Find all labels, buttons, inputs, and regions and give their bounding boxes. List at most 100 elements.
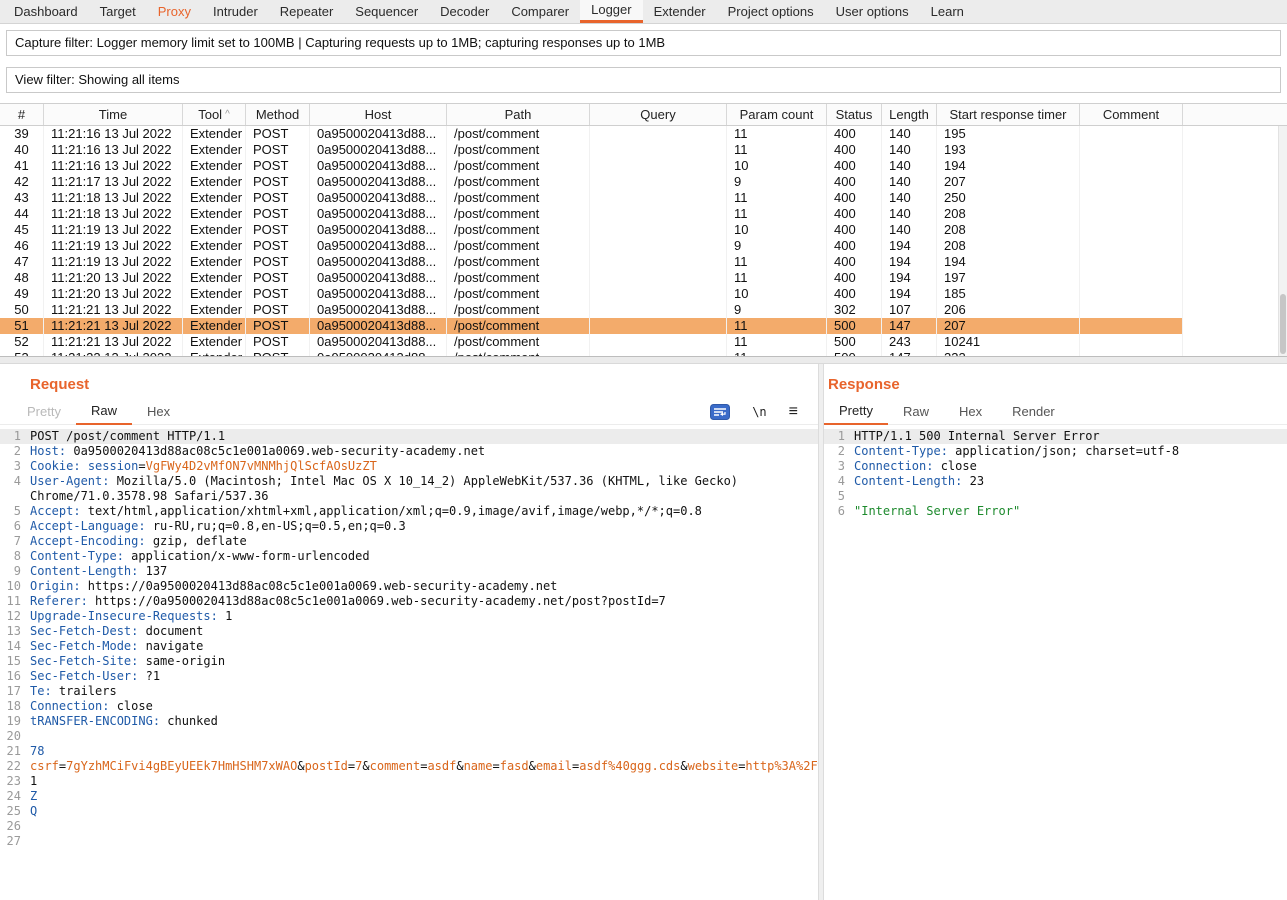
request-tab-raw[interactable]: Raw [76,398,132,425]
line-content: Host: 0a9500020413d88ac08c5c1e001a0069.w… [30,444,818,459]
cell-method: POST [246,286,310,302]
column-header-comment[interactable]: Comment [1080,104,1183,125]
cell-path: /post/comment [447,126,590,142]
soft-wrap-icon[interactable] [710,404,730,420]
table-row[interactable]: 4711:21:19 13 Jul 2022ExtenderPOST0a9500… [0,254,1183,270]
table-row[interactable]: 4811:21:20 13 Jul 2022ExtenderPOST0a9500… [0,270,1183,286]
table-row[interactable]: 5011:21:21 13 Jul 2022ExtenderPOST0a9500… [0,302,1183,318]
cell-comment [1080,318,1183,334]
cell-status: 400 [827,126,882,142]
cell-param_count: 11 [727,270,827,286]
tab-logger[interactable]: Logger [580,0,642,23]
table-header-row: #TimeTool^MethodHostPathQueryParam count… [0,103,1287,126]
table-row[interactable]: 4011:21:16 13 Jul 2022ExtenderPOST0a9500… [0,142,1183,158]
cell-length: 243 [882,334,937,350]
cell-start_response_timer: 194 [937,158,1080,174]
column-header-id[interactable]: # [0,104,44,125]
column-header-param-count[interactable]: Param count [727,104,827,125]
editor-menu-icon[interactable]: ≡ [789,405,798,419]
view-filter-bar[interactable]: View filter: Showing all items [6,67,1281,93]
cell-method: POST [246,254,310,270]
tab-target[interactable]: Target [89,0,147,23]
response-tab-render[interactable]: Render [997,399,1070,424]
column-header-method[interactable]: Method [246,104,310,125]
code-line: 20 [0,729,818,744]
line-number: 4 [0,474,30,504]
line-content: Connection: close [30,699,818,714]
tab-intruder[interactable]: Intruder [202,0,269,23]
tab-repeater[interactable]: Repeater [269,0,344,23]
tab-comparer[interactable]: Comparer [500,0,580,23]
table-row[interactable]: 4911:21:20 13 Jul 2022ExtenderPOST0a9500… [0,286,1183,302]
cell-status: 500 [827,334,882,350]
cell-method: POST [246,142,310,158]
line-content: Content-Type: application/x-www-form-url… [30,549,818,564]
cell-tool: Extender [183,222,246,238]
cell-method: POST [246,334,310,350]
column-header-length[interactable]: Length [882,104,937,125]
line-number: 19 [0,714,30,729]
column-header-path[interactable]: Path [447,104,590,125]
line-content: csrf=7gYzhMCiFvi4gBEyUEEk7HmHSHM7xWAO&po… [30,759,818,774]
tab-project-options[interactable]: Project options [717,0,825,23]
column-header-time[interactable]: Time [44,104,183,125]
cell-tool: Extender [183,302,246,318]
column-header-start-response-timer[interactable]: Start response timer [937,104,1080,125]
column-header-status[interactable]: Status [827,104,882,125]
response-tab-hex[interactable]: Hex [944,399,997,424]
column-header-query[interactable]: Query [590,104,727,125]
capture-filter-bar[interactable]: Capture filter: Logger memory limit set … [6,30,1281,56]
line-content [30,834,818,849]
table-row[interactable]: 4511:21:19 13 Jul 2022ExtenderPOST0a9500… [0,222,1183,238]
table-scrollbar-thumb[interactable] [1280,294,1286,354]
tab-learn[interactable]: Learn [920,0,975,23]
cell-comment [1080,238,1183,254]
table-row[interactable]: 5211:21:21 13 Jul 2022ExtenderPOST0a9500… [0,334,1183,350]
response-tab-raw[interactable]: Raw [888,399,944,424]
cell-status: 400 [827,238,882,254]
table-row[interactable]: 4311:21:18 13 Jul 2022ExtenderPOST0a9500… [0,190,1183,206]
tab-proxy[interactable]: Proxy [147,0,202,23]
column-header-host[interactable]: Host [310,104,447,125]
cell-start_response_timer: 206 [937,302,1080,318]
table-row[interactable]: 4211:21:17 13 Jul 2022ExtenderPOST0a9500… [0,174,1183,190]
cell-time: 11:21:21 13 Jul 2022 [44,318,183,334]
code-line: 1POST /post/comment HTTP/1.1 [0,429,818,444]
cell-start_response_timer: 207 [937,318,1080,334]
cell-length: 194 [882,286,937,302]
table-row[interactable]: 4411:21:18 13 Jul 2022ExtenderPOST0a9500… [0,206,1183,222]
table-row[interactable]: 3911:21:16 13 Jul 2022ExtenderPOST0a9500… [0,126,1183,142]
request-editor[interactable]: 1POST /post/comment HTTP/1.12Host: 0a950… [0,429,818,849]
table-row[interactable]: 4111:21:16 13 Jul 2022ExtenderPOST0a9500… [0,158,1183,174]
cell-comment [1080,334,1183,350]
response-tab-pretty[interactable]: Pretty [824,398,888,425]
line-content [30,819,818,834]
table-row[interactable]: 5111:21:21 13 Jul 2022ExtenderPOST0a9500… [0,318,1183,334]
response-editor[interactable]: 1HTTP/1.1 500 Internal Server Error2Cont… [824,429,1287,519]
cell-status: 302 [827,302,882,318]
cell-query [590,286,727,302]
column-header-tool[interactable]: Tool^ [183,104,246,125]
tab-sequencer[interactable]: Sequencer [344,0,429,23]
newline-toggle-icon[interactable]: \n [752,405,766,419]
line-content: tRANSFER-ENCODING: chunked [30,714,818,729]
line-content: 1 [30,774,818,789]
cell-query [590,142,727,158]
tab-dashboard[interactable]: Dashboard [3,0,89,23]
cell-path: /post/comment [447,286,590,302]
tab-extender[interactable]: Extender [643,0,717,23]
cell-method: POST [246,190,310,206]
request-tab-hex[interactable]: Hex [132,399,185,424]
cell-param_count: 11 [727,254,827,270]
horizontal-splitter[interactable] [0,356,1287,364]
table-row[interactable]: 4611:21:19 13 Jul 2022ExtenderPOST0a9500… [0,238,1183,254]
code-line: 3Connection: close [824,459,1287,474]
line-content: Upgrade-Insecure-Requests: 1 [30,609,818,624]
column-header-label: Length [889,107,929,122]
cell-id: 44 [0,206,44,222]
tab-user-options[interactable]: User options [825,0,920,23]
table-scrollbar[interactable] [1278,126,1287,356]
cell-comment [1080,286,1183,302]
cell-path: /post/comment [447,334,590,350]
tab-decoder[interactable]: Decoder [429,0,500,23]
